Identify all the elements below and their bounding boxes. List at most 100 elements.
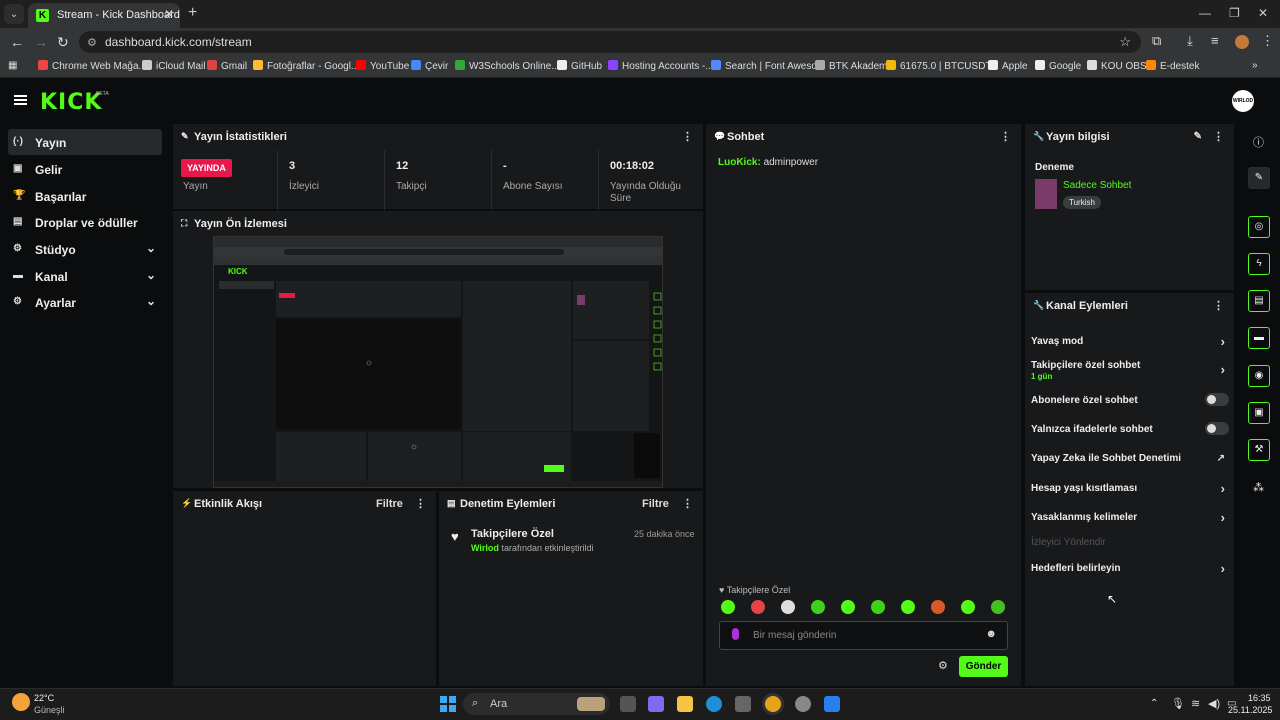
moderation-event-user[interactable]: Wirlod xyxy=(471,543,499,553)
sidebar-item-basarilar[interactable]: 🏆 Başarılar xyxy=(8,183,162,209)
user-avatar[interactable]: WIRLOD xyxy=(1232,90,1254,112)
clock-date[interactable]: 25.11.2025 xyxy=(1228,705,1272,715)
emotes-only-toggle[interactable] xyxy=(1205,422,1229,435)
more-options-icon[interactable]: ⋮ xyxy=(682,130,693,143)
bookmark-item[interactable]: Google xyxy=(1035,60,1081,72)
task-view-icon[interactable] xyxy=(620,696,636,712)
emote-icon[interactable] xyxy=(841,600,855,614)
chrome-menu-icon[interactable]: ⋮ xyxy=(1261,33,1274,49)
more-options-icon[interactable]: ⋮ xyxy=(415,497,426,510)
more-bookmarks-icon[interactable]: » xyxy=(1252,60,1258,71)
stream-preview-icon[interactable]: ◎ xyxy=(1248,216,1270,238)
stream-category[interactable]: Sadece Sohbet xyxy=(1063,180,1131,191)
emote-icon[interactable] xyxy=(721,600,735,614)
window-close-button[interactable]: ✕ xyxy=(1258,6,1268,20)
chat-settings-icon[interactable]: ⚙ xyxy=(938,659,948,672)
bookmark-item[interactable]: GitHub xyxy=(557,60,602,72)
info-icon[interactable]: ⓘ xyxy=(1253,134,1264,150)
bookmark-item[interactable]: iCloud Mail xyxy=(142,60,205,72)
emote-icon[interactable] xyxy=(781,600,795,614)
subs-only-toggle[interactable] xyxy=(1205,393,1229,406)
store-icon[interactable] xyxy=(735,696,751,712)
more-options-icon[interactable]: ⋮ xyxy=(1213,130,1224,143)
sidebar-item-ayarlar[interactable]: ⚙ Ayarlar ⌄ xyxy=(8,289,162,315)
file-explorer-icon[interactable] xyxy=(677,696,693,712)
chrome-icon[interactable] xyxy=(765,696,781,712)
vscode-icon[interactable] xyxy=(824,696,840,712)
maximize-button[interactable]: ❐ xyxy=(1229,6,1240,20)
bookmark-item[interactable]: 61675.0 | BTCUSDT... xyxy=(886,60,999,72)
wrench-icon[interactable]: ⚒ xyxy=(1248,439,1270,461)
action-ai-moderation[interactable]: Yapay Zeka ile Sohbet Denetimi ↗ xyxy=(1031,453,1229,464)
action-subs-only[interactable]: Abonelere özel sohbet xyxy=(1031,393,1229,406)
edit-icon[interactable]: ✎ xyxy=(1194,131,1202,142)
edge-icon[interactable] xyxy=(706,696,722,712)
bookmark-star-icon[interactable]: ☆ xyxy=(1119,34,1131,50)
moderation-filter-button[interactable]: Filtre xyxy=(642,498,669,510)
bookmark-item[interactable]: BTK Akademi xyxy=(815,60,890,72)
emote-icon[interactable] xyxy=(871,600,885,614)
download-icon[interactable]: ⤓ xyxy=(1187,33,1193,49)
bookmark-item[interactable]: YouTube xyxy=(356,60,409,72)
apps-icon[interactable]: ⁂ xyxy=(1253,481,1264,494)
site-info-icon[interactable]: ⚙ xyxy=(87,36,97,49)
bookmark-item[interactable]: E-destek xyxy=(1146,60,1199,72)
minimize-button[interactable]: — xyxy=(1199,6,1211,20)
bookmark-item[interactable]: Chrome Web Mağa... xyxy=(38,60,147,72)
emote-icon[interactable] xyxy=(811,600,825,614)
sidebar-item-yayin[interactable]: (·) Yayın xyxy=(8,129,162,155)
sidebar-item-studyo[interactable]: ⚙ Stüdyo ⌄ xyxy=(8,236,162,262)
action-followers-only[interactable]: Takipçilere özel sohbet › 1 gün xyxy=(1031,360,1229,381)
taskbar-search[interactable]: ⌕ Ara xyxy=(463,693,610,715)
sidebar-item-kanal[interactable]: ▬ Kanal ⌄ xyxy=(8,263,162,289)
extensions-icon[interactable]: ⧉ xyxy=(1152,33,1161,49)
microphone-tray-icon[interactable]: 🎙 xyxy=(1171,697,1185,710)
emote-icon[interactable] xyxy=(931,600,945,614)
new-tab-button[interactable]: + xyxy=(188,4,197,22)
browser-tab[interactable]: K Stream - Kick Dashboard ✕ xyxy=(28,3,180,28)
apps-grid-icon[interactable]: ▦ xyxy=(8,60,17,71)
chat-username[interactable]: LuoKick: xyxy=(718,157,761,168)
bookmark-item[interactable]: Çevir xyxy=(411,60,448,72)
chat-input[interactable]: Bir mesaj gönderin ☻ xyxy=(719,621,1008,650)
bookmark-item[interactable]: W3Schools Online... xyxy=(455,60,560,72)
document-icon[interactable]: ▤ xyxy=(1248,290,1270,312)
tab-close-icon[interactable]: ✕ xyxy=(164,7,174,21)
emote-icon[interactable] xyxy=(901,600,915,614)
emoji-icon[interactable]: ☻ xyxy=(985,628,997,640)
copilot-icon[interactable] xyxy=(648,696,664,712)
sidebar-item-droplar[interactable]: ▤ Droplar ve ödüller xyxy=(8,209,162,235)
broadcast-icon[interactable]: ◉ xyxy=(1248,365,1270,387)
more-options-icon[interactable]: ⋮ xyxy=(1000,130,1011,143)
reading-list-icon[interactable]: ≡ xyxy=(1211,33,1219,48)
action-goals[interactable]: Hedefleri belirleyin › xyxy=(1031,561,1229,576)
chat-icon[interactable]: ▬ xyxy=(1248,327,1270,349)
bookmark-item[interactable]: Apple xyxy=(988,60,1028,72)
emote-icon[interactable] xyxy=(961,600,975,614)
profile-avatar[interactable] xyxy=(1235,35,1249,49)
bookmark-item[interactable]: Hosting Accounts -... xyxy=(608,60,714,72)
weather-icon[interactable] xyxy=(12,693,30,711)
bookmark-item[interactable]: Gmail xyxy=(207,60,247,72)
forward-button[interactable]: → xyxy=(34,34,48,50)
action-banned-words[interactable]: Yasaklanmış kelimeler › xyxy=(1031,510,1229,525)
windows-start-icon[interactable] xyxy=(440,696,456,712)
wifi-icon[interactable]: ≋ xyxy=(1191,697,1200,710)
microphone-icon[interactable] xyxy=(732,628,739,640)
emote-icon[interactable] xyxy=(991,600,1005,614)
action-emotes-only[interactable]: Yalnızca ifadelerle sohbet xyxy=(1031,422,1229,435)
bookmark-item[interactable]: Search | Font Aweso... xyxy=(711,60,825,72)
app-icon[interactable] xyxy=(795,696,811,712)
activity-filter-button[interactable]: Filtre xyxy=(376,498,403,510)
action-slow-mode[interactable]: Yavaş mod › xyxy=(1031,334,1229,349)
tab-search-button[interactable]: ⌄ xyxy=(4,4,24,24)
monitor-icon[interactable]: ▣ xyxy=(1248,402,1270,424)
more-options-icon[interactable]: ⋮ xyxy=(682,497,693,510)
stream-preview-video[interactable]: KICK xyxy=(213,236,663,488)
bookmark-item[interactable]: Fotoğraflar - Googl... xyxy=(253,60,359,72)
action-account-age[interactable]: Hesap yaşı kısıtlaması › xyxy=(1031,481,1229,496)
sidebar-item-gelir[interactable]: ▣ Gelir xyxy=(8,156,162,182)
kick-logo[interactable]: KICK xyxy=(40,90,102,115)
bookmark-item[interactable]: KOU OBS xyxy=(1087,60,1147,72)
menu-icon[interactable] xyxy=(14,95,27,105)
